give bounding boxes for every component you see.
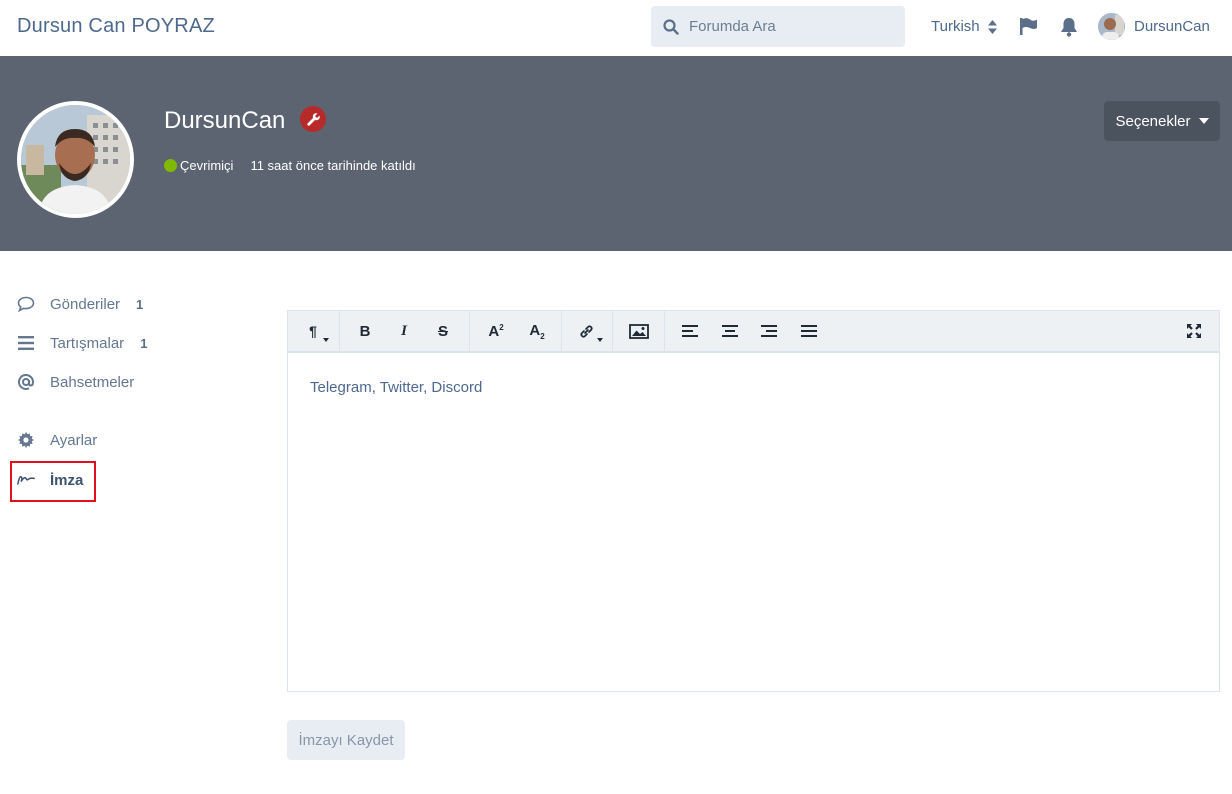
align-left-button[interactable] (673, 311, 707, 351)
language-select[interactable]: Turkish (931, 18, 997, 35)
status-text: Çevrimiçi (180, 158, 234, 173)
signature-text: Telegram, Twitter, Discord (310, 379, 483, 396)
options-button[interactable]: Seçenekler (1104, 101, 1220, 141)
sidebar-item-label: Tartışmalar (50, 334, 125, 352)
align-center-icon (722, 325, 738, 337)
align-right-icon (761, 325, 777, 337)
bell-icon (1061, 18, 1077, 37)
search-box[interactable] (651, 6, 905, 47)
comment-icon (17, 296, 35, 312)
sort-icon (987, 19, 997, 34)
image-icon (629, 323, 649, 339)
sidebar-item-mentions[interactable]: Bahsetmeler (17, 362, 134, 402)
justify-icon (801, 325, 817, 337)
search-icon (663, 18, 679, 35)
top-bar: Dursun Can POYRAZ Turkish DursunCan (0, 0, 1232, 56)
profile-avatar (17, 101, 134, 218)
caret-down-icon (1198, 118, 1209, 124)
profile-username: DursunCan (164, 107, 286, 134)
sidebar-item-settings[interactable]: Ayarlar (17, 420, 97, 460)
forum-brand[interactable]: Dursun Can POYRAZ (17, 15, 215, 38)
sidebar-item-label: Bahsetmeler (50, 373, 135, 391)
subscript-button[interactable]: A2 (520, 311, 554, 351)
signature-editor: ¶ B I S A2 A2 Telegram, Twitter, Discord (287, 310, 1220, 692)
image-button[interactable] (622, 311, 656, 351)
profile-meta: Çevrimiçi 11 saat önce tarihinde katıldı (164, 158, 416, 173)
sidebar-item-discussions[interactable]: Tartışmalar 1 (17, 323, 147, 363)
editor-content[interactable]: Telegram, Twitter, Discord (288, 353, 1219, 422)
align-right-button[interactable] (752, 311, 786, 351)
strikethrough-icon: S (437, 322, 448, 340)
gear-icon (18, 432, 34, 448)
editor-toolbar: ¶ B I S A2 A2 (288, 311, 1219, 353)
user-name: DursunCan (1134, 18, 1210, 35)
paragraph-button[interactable]: ¶ (296, 311, 330, 351)
italic-icon: I (401, 322, 407, 339)
count-badge: 1 (136, 296, 144, 312)
bold-icon: B (359, 322, 371, 340)
list-icon (18, 336, 34, 350)
count-badge: 1 (140, 335, 148, 351)
caret-down-icon (323, 338, 329, 342)
caret-down-icon (597, 338, 603, 342)
flag-icon (1020, 18, 1037, 35)
save-signature-button[interactable]: İmzayı Kaydet (287, 720, 405, 760)
admin-badge (300, 106, 326, 132)
sidebar-item-label: Gönderiler (50, 295, 121, 313)
profile-hero: DursunCan Çevrimiçi 11 saat önce tarihin… (0, 56, 1232, 251)
options-label: Seçenekler (1115, 112, 1191, 130)
notifications-button[interactable] (1060, 17, 1078, 42)
bold-button[interactable]: B (348, 311, 382, 351)
superscript-icon: A2 (488, 322, 504, 340)
search-input[interactable] (689, 18, 889, 35)
superscript-button[interactable]: A2 (479, 311, 513, 351)
flag-button[interactable] (1019, 17, 1038, 41)
avatar (1098, 13, 1125, 40)
wrench-icon (306, 112, 320, 126)
link-icon (579, 324, 593, 338)
align-left-icon (682, 325, 698, 337)
subscript-icon: A2 (529, 321, 545, 341)
joined-text: 11 saat önce tarihinde katıldı (250, 158, 416, 173)
paragraph-icon: ¶ (309, 323, 317, 339)
online-indicator (164, 159, 177, 172)
at-icon (18, 374, 34, 390)
justify-button[interactable] (792, 311, 826, 351)
strikethrough-button[interactable]: S (426, 311, 460, 351)
user-menu-button[interactable]: DursunCan (1098, 13, 1210, 40)
fullscreen-button[interactable] (1177, 311, 1211, 351)
language-label: Turkish (931, 18, 980, 35)
align-center-button[interactable] (713, 311, 747, 351)
italic-button[interactable]: I (387, 311, 421, 351)
link-button[interactable] (569, 311, 603, 351)
expand-icon (1187, 324, 1201, 338)
sidebar-item-posts[interactable]: Gönderiler 1 (17, 284, 143, 324)
sidebar-item-label: Ayarlar (50, 431, 98, 449)
selection-highlight (10, 461, 96, 502)
